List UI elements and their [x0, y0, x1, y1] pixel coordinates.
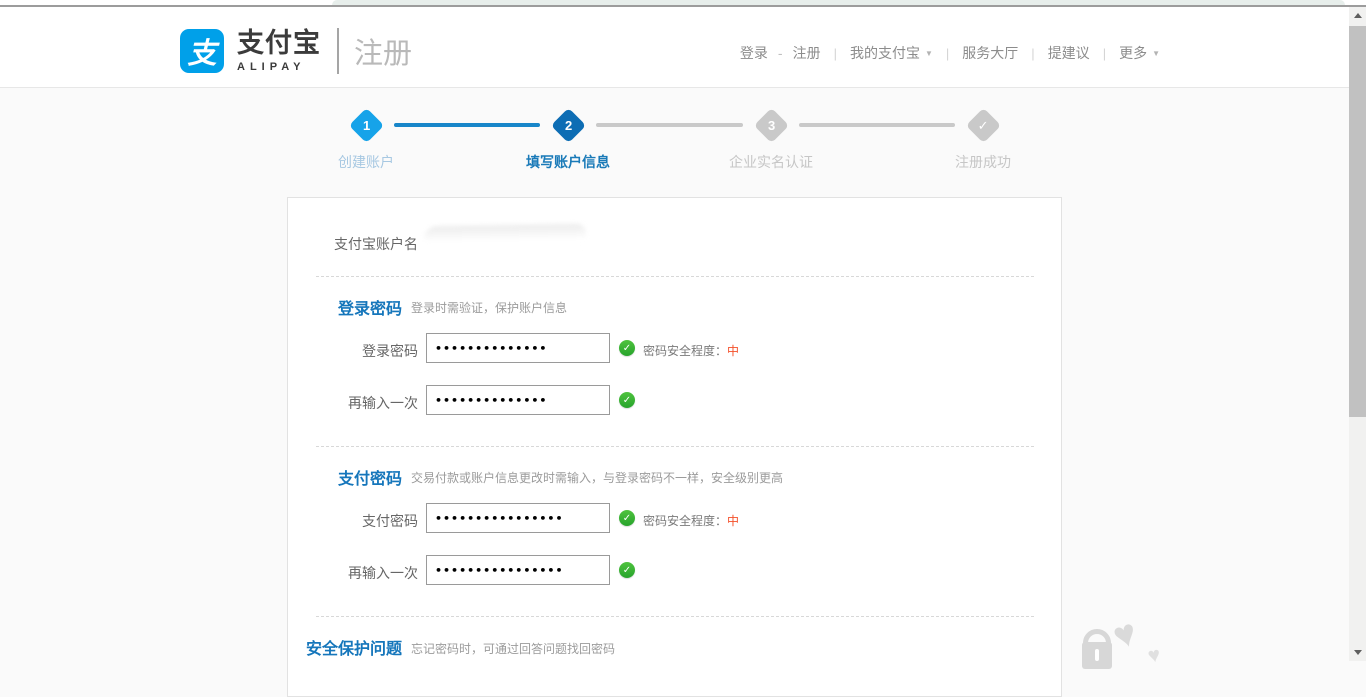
success-check-icon: ✓	[619, 510, 635, 526]
strength-label: 密码安全程度：	[643, 514, 727, 528]
section-divider	[316, 446, 1034, 447]
pay-password-label: 支付密码	[288, 511, 418, 531]
alipay-logo[interactable]: 支 支付宝 ALIPAY 注册	[180, 28, 412, 74]
pay-password-section-desc: 交易付款或账户信息更改时需输入，与登录密码不一样，安全级别更高	[411, 469, 783, 486]
security-question-section-desc: 忘记密码时，可通过回答问题找回密码	[411, 640, 615, 657]
scrollbar-down-button[interactable]	[1349, 644, 1366, 661]
login-password-section-desc: 登录时需验证，保护账户信息	[411, 299, 567, 316]
nav-separator: |	[1092, 46, 1117, 61]
lock-icon	[1080, 629, 1114, 669]
strength-value: 中	[727, 514, 739, 528]
nav-login-link[interactable]: 登录	[738, 43, 770, 63]
vertical-scrollbar[interactable]	[1349, 7, 1366, 661]
login-password-label: 登录密码	[288, 341, 418, 361]
pay-password-input[interactable]	[426, 503, 610, 533]
step-1-marker: 1	[348, 108, 384, 144]
step-connector	[596, 123, 743, 127]
step-1-number: 1	[362, 118, 369, 133]
chevron-down-icon: ▼	[1152, 49, 1160, 58]
login-password-section-title: 登录密码	[288, 295, 402, 319]
strength-label: 密码安全程度：	[643, 344, 727, 358]
success-check-icon: ✓	[619, 562, 635, 578]
brand-name-en: ALIPAY	[237, 61, 321, 73]
pay-password-section-title: 支付密码	[288, 465, 402, 489]
step-4-check-icon: ✓	[978, 118, 989, 134]
account-name-redacted	[424, 224, 586, 255]
step-2-label: 填写账户信息	[488, 152, 648, 172]
nav-suggest-link[interactable]: 提建议	[1046, 43, 1092, 63]
section-divider	[316, 616, 1034, 617]
top-nav: 登录 - 注册 | 我的支付宝▼ | 服务大厅 | 提建议 | 更多▼	[738, 43, 1162, 63]
nav-separator: |	[935, 46, 960, 61]
account-info-form-panel: 支付宝账户名 登录密码 登录时需验证，保护账户信息 登录密码 ✓ 密码安全程度：…	[287, 197, 1062, 697]
step-2-number: 2	[564, 118, 571, 133]
login-password-confirm-input[interactable]	[426, 385, 610, 415]
brand-name-cn: 支付宝	[237, 30, 321, 57]
account-name-label: 支付宝账户名	[288, 234, 418, 254]
nav-my-alipay-menu[interactable]: 我的支付宝▼	[848, 43, 935, 63]
step-3-label: 企业实名认证	[691, 152, 851, 172]
step-3-marker: 3	[753, 108, 789, 144]
logo-divider	[337, 28, 339, 74]
step-3-number: 3	[767, 118, 774, 133]
page-header: 支 支付宝 ALIPAY 注册 登录 - 注册 | 我的支付宝▼ | 服务大厅 …	[0, 7, 1366, 88]
login-password-confirm-label: 再输入一次	[288, 393, 418, 413]
registration-stepper: 1 2 3 ✓ 创建账户 填写账户信息 企业实名认证 注册成功	[346, 108, 1026, 170]
step-4-marker: ✓	[965, 108, 1001, 144]
step-4-label: 注册成功	[903, 152, 1063, 172]
nav-register-link[interactable]: 注册	[791, 43, 823, 63]
scrollbar-thumb[interactable]	[1349, 26, 1366, 417]
step-connector	[799, 123, 955, 127]
scrollbar-up-button[interactable]	[1349, 7, 1366, 24]
step-2-marker: 2	[550, 108, 586, 144]
pay-password-strength: 密码安全程度：中	[643, 512, 739, 529]
nav-separator: |	[1020, 46, 1045, 61]
success-check-icon: ✓	[619, 392, 635, 408]
chevron-down-icon: ▼	[925, 49, 933, 58]
heart-icon: ♥	[1146, 643, 1162, 669]
security-question-section-title: 安全保护问题	[288, 635, 402, 659]
strength-value: 中	[727, 344, 739, 358]
triangle-up-icon	[1354, 13, 1362, 18]
nav-dash: -	[770, 45, 791, 61]
brand-text: 支付宝 ALIPAY	[237, 30, 321, 73]
alipay-logo-icon: 支	[180, 29, 224, 73]
nav-separator: |	[823, 46, 848, 61]
pay-password-confirm-input[interactable]	[426, 555, 610, 585]
triangle-down-icon	[1354, 650, 1362, 655]
alipay-logo-glyph: 支	[187, 30, 216, 72]
success-check-icon: ✓	[619, 340, 635, 356]
login-password-input[interactable]	[426, 333, 610, 363]
nav-service-hall-link[interactable]: 服务大厅	[960, 43, 1020, 63]
login-password-strength: 密码安全程度：中	[643, 342, 739, 359]
step-1-label: 创建账户	[286, 152, 446, 172]
section-divider	[316, 276, 1034, 277]
pay-password-confirm-label: 再输入一次	[288, 563, 418, 583]
step-connector-active	[394, 123, 540, 127]
nav-more-menu[interactable]: 更多▼	[1117, 43, 1162, 63]
page-title: 注册	[354, 30, 412, 72]
